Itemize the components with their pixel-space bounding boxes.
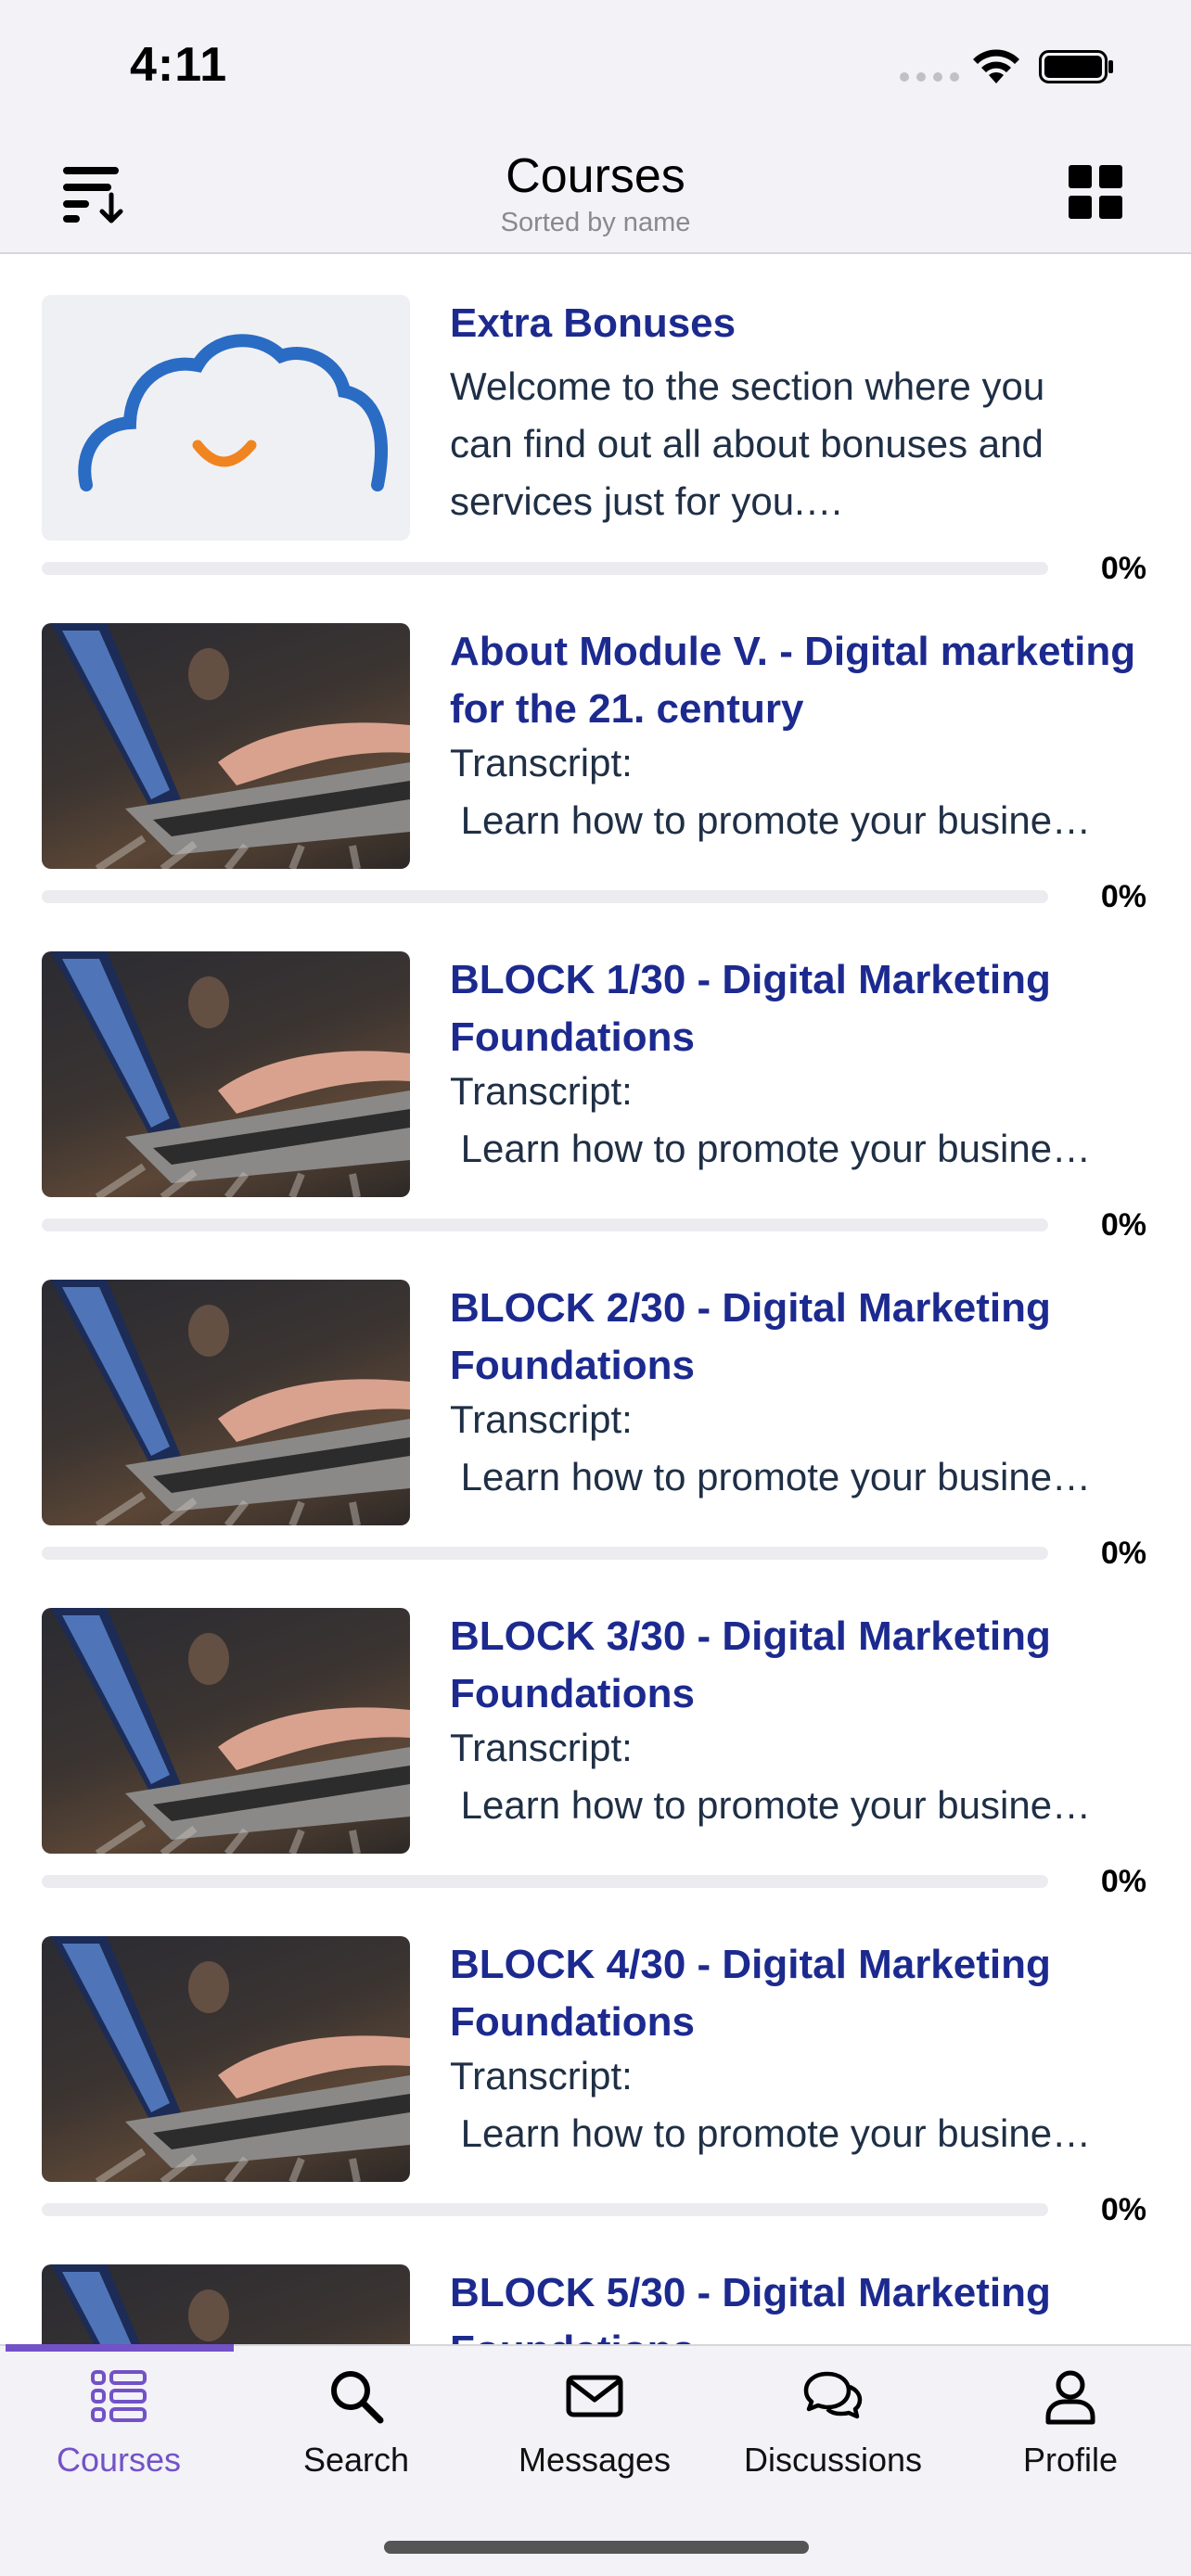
laptop-photo [51, 623, 410, 869]
course-description: Transcript: Learn how to promote your bu… [450, 734, 1155, 849]
progress-percent: 0% [1100, 2192, 1146, 2227]
course-title: Extra Bonuses [450, 300, 736, 346]
progress-bar [42, 1875, 1048, 1888]
progress-percent: 0% [1100, 879, 1146, 914]
description-line: Learn how to promote your busine… [450, 2111, 1092, 2155]
progress-bar [42, 1547, 1048, 1560]
course-thumbnail [42, 1936, 410, 2182]
course-thumbnail [42, 295, 410, 541]
tab-label: Messages [518, 2441, 672, 2479]
tab-label: Profile [1022, 2441, 1119, 2479]
course-title: BLOCK 2/30 - Digital Marketing Foundatio… [450, 1285, 1051, 1388]
description-line: Learn how to promote your busine… [450, 1455, 1092, 1498]
course-thumbnail [42, 1608, 410, 1854]
course-item[interactable]: BLOCK 4/30 - Digital Marketing Foundatio… [0, 1897, 1191, 2227]
description-line: services just for you.… [450, 479, 844, 523]
progress-percent: 0% [1100, 551, 1146, 586]
description-line: Transcript: [450, 1726, 633, 1769]
course-thumbnail [42, 623, 410, 869]
course-title: About Module V. - Digital marketing for … [450, 629, 1136, 732]
description-line: Learn how to promote your busine… [450, 1127, 1092, 1170]
course-item[interactable]: BLOCK 5/30 - Digital Marketing Foundatio… [0, 2225, 1191, 2344]
laptop-photo [51, 951, 410, 1197]
grid-view-button[interactable] [1069, 165, 1122, 219]
laptop-photo [51, 1608, 410, 1854]
navigation-header: Courses Sorted by name [0, 137, 1191, 254]
progress-percent: 0% [1100, 1864, 1146, 1899]
tab-bar: Courses Search Messages Discussions Prof… [0, 2344, 1191, 2576]
laptop-photo [51, 1280, 410, 1525]
tab-messages[interactable]: Messages [476, 2346, 713, 2513]
course-item[interactable]: BLOCK 3/30 - Digital Marketing Foundatio… [0, 1569, 1191, 1899]
cellular-signal-icon [900, 72, 959, 82]
description-line: Learn how to promote your busine… [450, 798, 1092, 842]
progress-bar [42, 2203, 1048, 2216]
course-title: BLOCK 5/30 - Digital Marketing Foundatio… [450, 2270, 1051, 2344]
progress-bar [42, 1218, 1048, 1231]
tab-label: Discussions [743, 2441, 923, 2479]
home-indicator[interactable] [384, 2541, 809, 2554]
course-item[interactable]: About Module V. - Digital marketing for … [0, 584, 1191, 914]
description-line: Learn how to promote your busine… [450, 1783, 1092, 1827]
description-line: Transcript: [450, 2054, 633, 2098]
courses-list-icon [91, 2370, 147, 2422]
course-thumbnail [42, 2264, 410, 2344]
laptop-photo [51, 2264, 229, 2344]
person-icon [1045, 2370, 1095, 2425]
status-bar: 4:11 [0, 0, 1191, 137]
description-line: can find out all about bonuses and [450, 422, 1044, 465]
course-description: Welcome to the section where you can fin… [450, 358, 1155, 530]
course-thumbnail [42, 951, 410, 1197]
wifi-icon [973, 49, 1019, 83]
course-description: Transcript: Learn how to promote your bu… [450, 1391, 1155, 1506]
course-list[interactable]: Extra Bonuses Welcome to the section whe… [0, 256, 1191, 2344]
course-title: BLOCK 4/30 - Digital Marketing Foundatio… [450, 1942, 1051, 2045]
tab-courses[interactable]: Courses [0, 2346, 237, 2513]
status-time: 4:11 [130, 38, 228, 92]
course-item[interactable]: Extra Bonuses Welcome to the section whe… [0, 256, 1191, 586]
grid-view-icon [1069, 165, 1122, 219]
course-title: BLOCK 3/30 - Digital Marketing Foundatio… [450, 1613, 1051, 1716]
description-line: Transcript: [450, 1069, 633, 1113]
battery-icon [1039, 50, 1113, 83]
course-item[interactable]: BLOCK 1/30 - Digital Marketing Foundatio… [0, 912, 1191, 1243]
tab-label: Courses [56, 2441, 182, 2479]
progress-bar [42, 890, 1048, 903]
tab-profile[interactable]: Profile [952, 2346, 1189, 2513]
progress-percent: 0% [1100, 1207, 1146, 1243]
course-title: BLOCK 1/30 - Digital Marketing Foundatio… [450, 957, 1051, 1060]
cloud-smile-logo [78, 334, 388, 491]
description-line: Transcript: [450, 1397, 633, 1441]
chat-bubbles-icon [803, 2371, 863, 2419]
search-icon [331, 2371, 384, 2424]
page-title: Courses [506, 149, 685, 203]
description-line: Transcript: [450, 741, 633, 784]
app-screen: 4:11 Courses Sorted by name Extra Bonuse… [0, 0, 1191, 2576]
course-item[interactable]: BLOCK 2/30 - Digital Marketing Foundatio… [0, 1241, 1191, 1571]
tab-search[interactable]: Search [237, 2346, 475, 2513]
course-description: Transcript: Learn how to promote your bu… [450, 2047, 1155, 2162]
course-description: Transcript: Learn how to promote your bu… [450, 1063, 1155, 1178]
laptop-photo [51, 1936, 410, 2182]
tab-label: Search [302, 2441, 410, 2479]
progress-bar [42, 562, 1048, 575]
progress-percent: 0% [1100, 1536, 1146, 1571]
tab-discussions[interactable]: Discussions [714, 2346, 952, 2513]
description-line: Welcome to the section where you [450, 364, 1045, 408]
page-subtitle: Sorted by name [500, 208, 691, 237]
course-description: Transcript: Learn how to promote your bu… [450, 1719, 1155, 1834]
course-thumbnail [42, 1280, 410, 1525]
envelope-icon [566, 2375, 623, 2417]
